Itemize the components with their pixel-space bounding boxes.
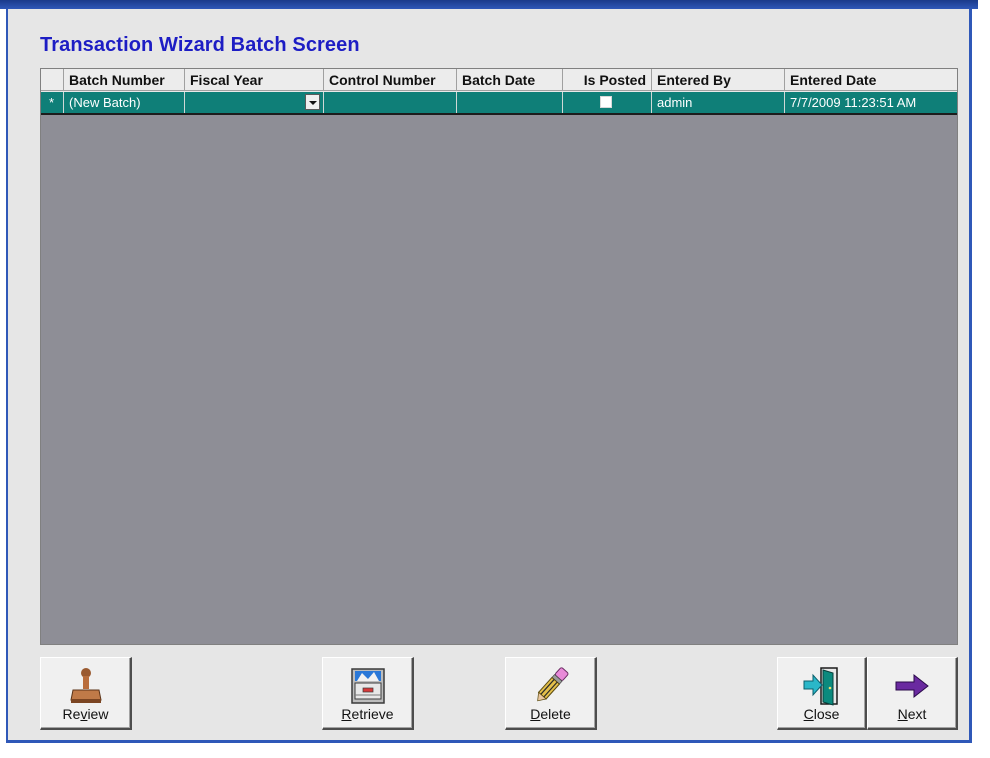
- fiscal-year-dropdown-button[interactable]: [305, 94, 320, 110]
- batch-grid[interactable]: Batch Number Fiscal Year Control Number …: [40, 68, 958, 645]
- file-drawer-icon: [350, 668, 385, 704]
- cell-batch-date[interactable]: [457, 92, 563, 113]
- column-header-batch-number[interactable]: Batch Number: [64, 69, 185, 91]
- close-button[interactable]: Close: [777, 657, 867, 730]
- review-label: Review: [62, 706, 109, 722]
- right-arrow-icon: [895, 673, 929, 699]
- next-button[interactable]: Next: [867, 657, 958, 730]
- row-selector-header: [41, 69, 64, 91]
- stamp-icon: [69, 668, 102, 703]
- is-posted-checkbox[interactable]: [600, 96, 612, 108]
- cell-entered-date[interactable]: 7/7/2009 11:23:51 AM: [785, 92, 957, 113]
- table-row[interactable]: * (New Batch) admin 7/7/2009 11:23:51 AM: [41, 92, 957, 115]
- cell-fiscal-year[interactable]: [185, 92, 324, 113]
- exit-door-icon: [803, 667, 838, 706]
- delete-button[interactable]: Delete: [505, 657, 597, 730]
- page-title: Transaction Wizard Batch Screen: [40, 34, 360, 56]
- retrieve-button[interactable]: Retrieve: [322, 657, 414, 730]
- retrieve-label: Retrieve: [341, 706, 394, 722]
- cell-control-number[interactable]: [324, 92, 457, 113]
- column-header-control-number[interactable]: Control Number: [324, 69, 457, 91]
- cell-is-posted[interactable]: [563, 92, 652, 113]
- row-indicator: *: [41, 92, 64, 113]
- window-top-border: [0, 0, 978, 9]
- cell-entered-by[interactable]: admin: [652, 92, 785, 113]
- column-header-batch-date[interactable]: Batch Date: [457, 69, 563, 91]
- column-header-entered-by[interactable]: Entered By: [652, 69, 785, 91]
- delete-label: Delete: [530, 706, 571, 722]
- column-header-fiscal-year[interactable]: Fiscal Year: [185, 69, 324, 91]
- app-window: Transaction Wizard Batch Screen Batch Nu…: [0, 0, 990, 758]
- close-label: Close: [803, 706, 840, 722]
- review-button[interactable]: Review: [40, 657, 132, 730]
- column-header-entered-date[interactable]: Entered Date: [785, 69, 957, 91]
- cell-batch-number[interactable]: (New Batch): [64, 92, 185, 113]
- next-label: Next: [897, 706, 927, 722]
- grid-header: Batch Number Fiscal Year Control Number …: [41, 69, 957, 92]
- eraser-pencil-icon: [536, 667, 568, 702]
- column-header-is-posted[interactable]: Is Posted: [563, 69, 652, 91]
